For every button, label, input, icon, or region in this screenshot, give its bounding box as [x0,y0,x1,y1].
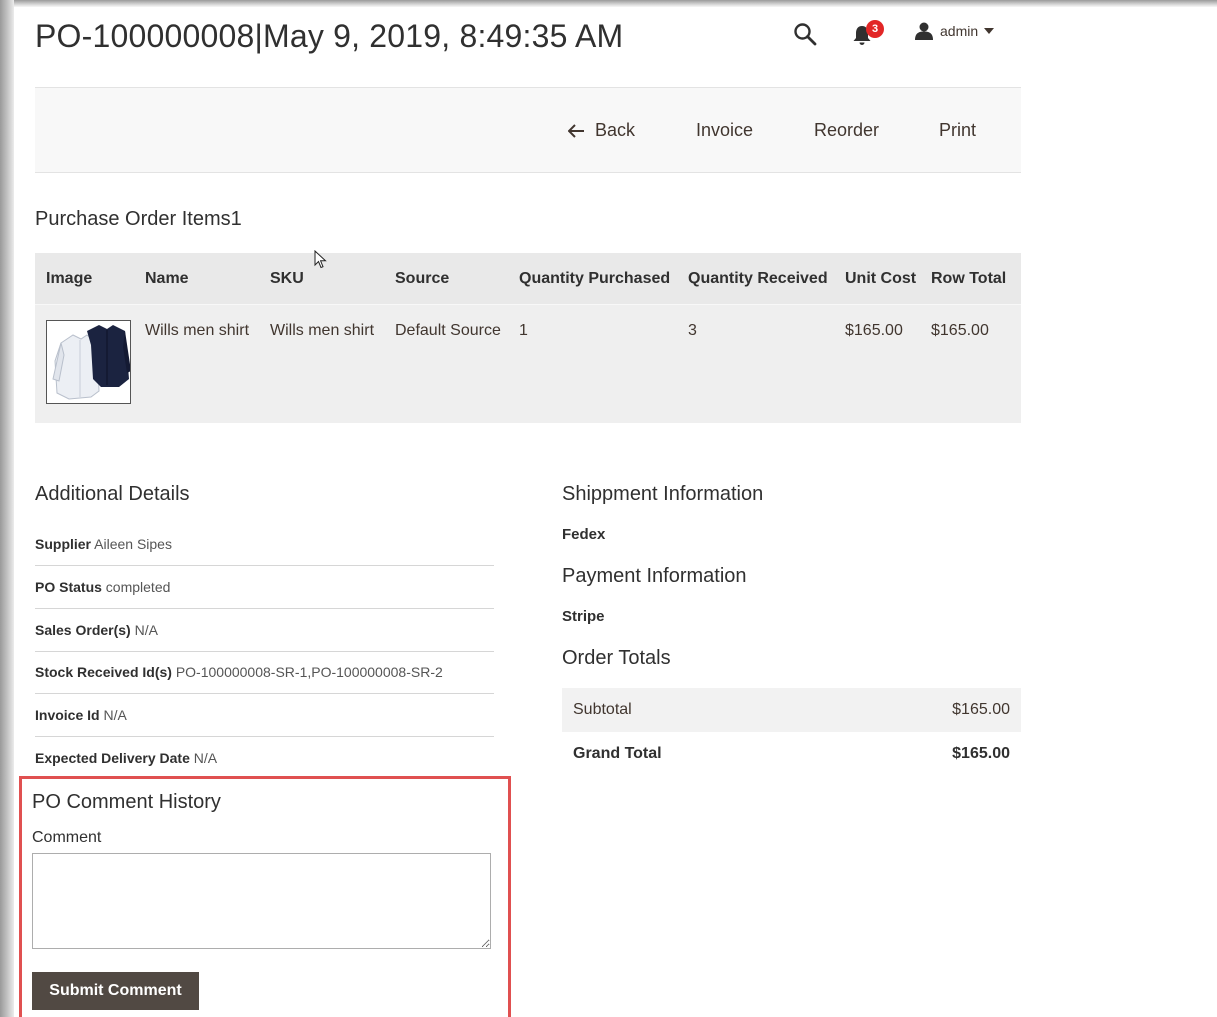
title-separator: | [254,18,263,54]
column-header-source: Source [395,270,450,287]
column-header-row-total: Row Total [931,270,1007,287]
items-table: Image Name SKU Source Quantity Purchased… [35,253,1021,423]
item-unit-cost: $165.00 [845,322,903,339]
print-label: Print [939,120,977,140]
detail-value: completed [105,579,171,595]
detail-label: Expected Delivery Date [35,750,190,766]
page-title: PO-100000008|May 9, 2019, 8:49:35 AM [35,18,623,55]
window-top-edge [0,0,1217,7]
detail-row-sales-orders: Sales Order(s) N/A [35,609,494,652]
back-button[interactable]: Back [568,120,635,141]
column-header-name: Name [145,270,189,287]
shipment-title: Shippment Information [562,483,764,505]
product-image [46,320,131,404]
user-name: admin [940,23,979,39]
comment-history-title: PO Comment History [32,791,221,813]
submit-comment-button[interactable]: Submit Comment [32,972,199,1010]
print-button[interactable]: Print [939,120,976,141]
detail-label: Invoice Id [35,707,100,723]
item-quantity-purchased: 1 [519,322,528,339]
notifications-button[interactable]: 3 [852,20,888,46]
item-row-total: $165.00 [931,322,989,339]
detail-row-po-status: PO Status completed [35,566,494,609]
detail-value: N/A [103,707,127,723]
grand-total-label: Grand Total [573,745,662,762]
items-section-title: Purchase Order Items1 [35,208,242,230]
detail-row-invoice-id: Invoice Id N/A [35,694,494,737]
subtotal-value: $165.00 [952,701,1010,718]
item-sku: Wills men shirt [270,322,375,339]
user-icon [915,22,933,40]
comment-textarea[interactable] [32,853,491,949]
notification-count-badge: 3 [866,20,884,38]
detail-row-stock-received: Stock Received Id(s) PO-100000008-SR-1,P… [35,651,494,694]
grand-total-row: Grand Total $165.00 [562,732,1021,776]
arrow-left-icon [568,123,584,138]
po-number: PO-100000008 [35,18,255,54]
detail-label: Supplier [35,536,92,552]
detail-label: PO Status [35,579,102,595]
page-actions-toolbar: Back Invoice Reorder Print [35,87,1021,173]
detail-label: Stock Received Id(s) [35,664,172,680]
order-totals-title: Order Totals [562,647,671,669]
column-header-image: Image [46,270,93,287]
additional-details-title: Additional Details [35,483,190,505]
subtotal-row: Subtotal $165.00 [562,688,1021,732]
invoice-button[interactable]: Invoice [696,120,753,141]
detail-value: N/A [134,622,158,638]
item-quantity-received: 3 [688,322,697,339]
item-source: Default Source [395,322,501,339]
order-totals-table: Subtotal $165.00 Grand Total $165.00 [562,688,1021,776]
column-header-quantity-purchased: Quantity Purchased [519,270,671,287]
reorder-label: Reorder [814,120,880,140]
po-datetime: May 9, 2019, 8:49:35 AM [262,18,624,54]
detail-value: PO-100000008-SR-1,PO-100000008-SR-2 [175,664,443,680]
chevron-down-icon [984,28,995,34]
user-menu[interactable]: admin [914,22,995,40]
grand-total-value: $165.00 [952,745,1010,762]
payment-method: Stripe [562,608,605,625]
column-header-sku: SKU [270,270,304,287]
mouse-cursor-icon [314,250,327,269]
payment-title: Payment Information [562,565,747,587]
detail-label: Sales Order(s) [35,622,131,638]
search-icon[interactable] [793,22,817,46]
column-header-unit-cost: Unit Cost [845,270,917,287]
item-name: Wills men shirt [145,322,250,339]
subtotal-label: Subtotal [573,701,632,718]
comment-history-panel: PO Comment History Comment Submit Commen… [19,776,511,1017]
window-left-edge [0,0,14,1017]
comment-field-label: Comment [32,829,102,846]
column-header-quantity-received: Quantity Received [688,270,828,287]
shipment-method: Fedex [562,526,606,543]
back-label: Back [595,120,636,140]
invoice-label: Invoice [696,120,754,140]
detail-row-supplier: Supplier Aileen Sipes [35,523,494,566]
reorder-button[interactable]: Reorder [814,120,879,141]
detail-value: Aileen Sipes [94,536,172,552]
detail-value: N/A [193,750,218,766]
detail-row-expected-delivery: Expected Delivery Date N/A [35,737,494,780]
